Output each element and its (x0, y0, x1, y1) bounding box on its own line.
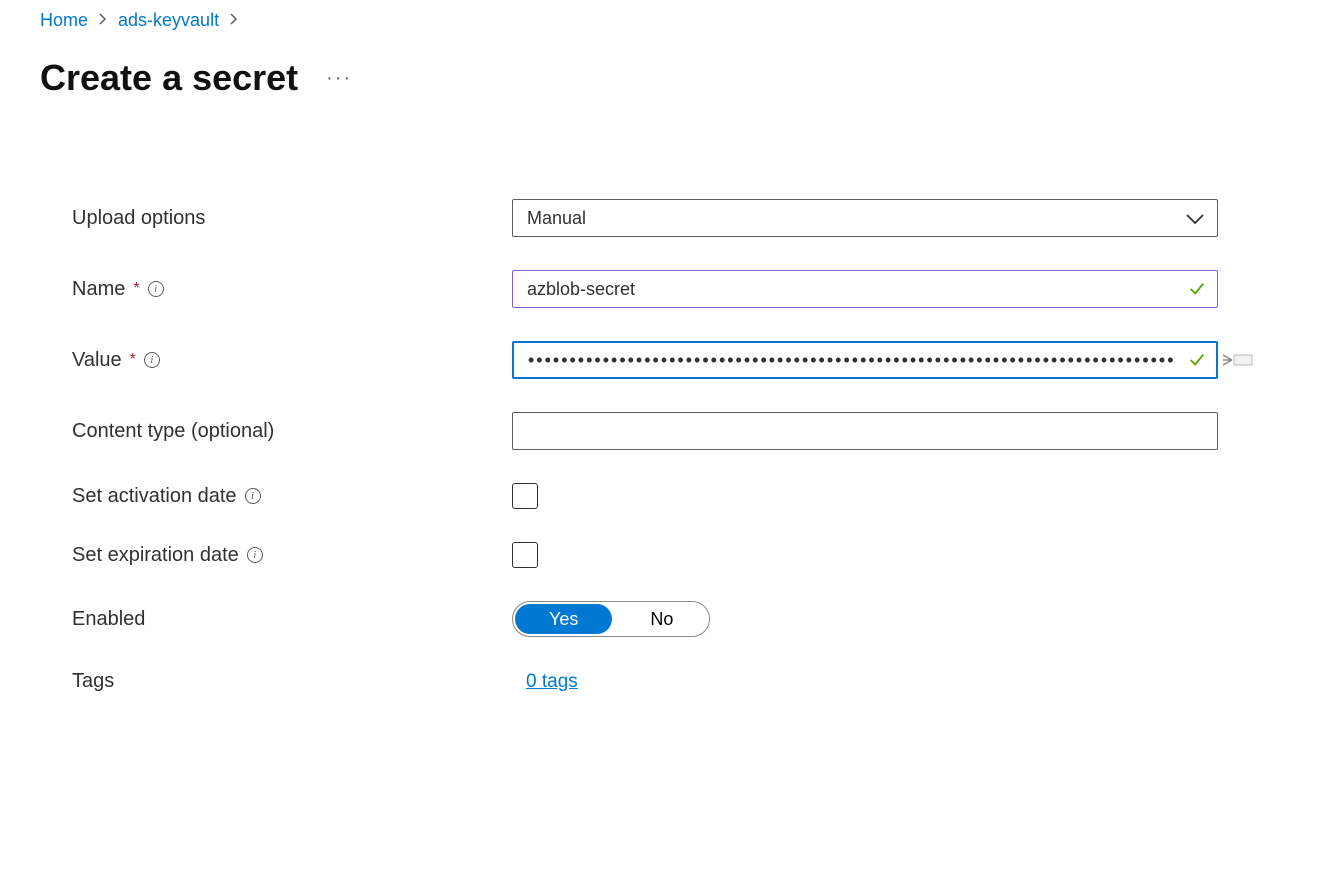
tags-label: Tags (72, 670, 114, 693)
upload-options-label: Upload options (72, 207, 205, 230)
row-tags: Tags 0 tags (72, 670, 1317, 693)
name-label: Name (72, 278, 125, 301)
chevron-right-icon (98, 12, 108, 30)
expiration-date-label: Set expiration date (72, 544, 239, 567)
tags-link[interactable]: 0 tags (526, 671, 578, 692)
info-icon[interactable]: i (148, 281, 164, 297)
upload-options-select[interactable]: Manual (512, 199, 1218, 237)
check-icon (1188, 280, 1206, 298)
row-name: Name * i (72, 270, 1317, 308)
content-type-label: Content type (optional) (72, 420, 274, 443)
upload-options-value: Manual (527, 208, 586, 228)
enabled-no-button[interactable]: No (614, 602, 709, 636)
row-upload-options: Upload options Manual (72, 199, 1317, 237)
breadcrumb-keyvault[interactable]: ads-keyvault (118, 10, 219, 31)
row-activation-date: Set activation date i (72, 483, 1317, 509)
enabled-label: Enabled (72, 608, 145, 631)
row-content-type: Content type (optional) (72, 412, 1317, 450)
enabled-toggle: Yes No (512, 601, 710, 637)
arrow-left-icon (1222, 351, 1254, 369)
activation-date-checkbox[interactable] (512, 483, 538, 509)
name-input[interactable] (512, 270, 1218, 308)
row-value: Value * i (72, 341, 1317, 379)
page-title: Create a secret (40, 57, 298, 99)
required-indicator: * (133, 280, 139, 298)
value-label: Value (72, 349, 122, 372)
info-icon[interactable]: i (247, 547, 263, 563)
chevron-right-icon (229, 12, 239, 30)
title-row: Create a secret ··· (40, 57, 1317, 99)
value-input[interactable] (512, 341, 1218, 379)
info-icon[interactable]: i (245, 488, 261, 504)
row-expiration-date: Set expiration date i (72, 542, 1317, 568)
create-secret-form: Upload options Manual Name * i Value * (40, 199, 1317, 693)
required-indicator: * (130, 351, 136, 369)
breadcrumb-home[interactable]: Home (40, 10, 88, 31)
check-icon (1188, 351, 1206, 369)
activation-date-label: Set activation date (72, 485, 237, 508)
more-actions-button[interactable]: ··· (326, 67, 352, 90)
expiration-date-checkbox[interactable] (512, 542, 538, 568)
content-type-input[interactable] (512, 412, 1218, 450)
breadcrumb: Home ads-keyvault (40, 10, 1317, 31)
enabled-yes-button[interactable]: Yes (515, 604, 612, 634)
row-enabled: Enabled Yes No (72, 601, 1317, 637)
info-icon[interactable]: i (144, 352, 160, 368)
